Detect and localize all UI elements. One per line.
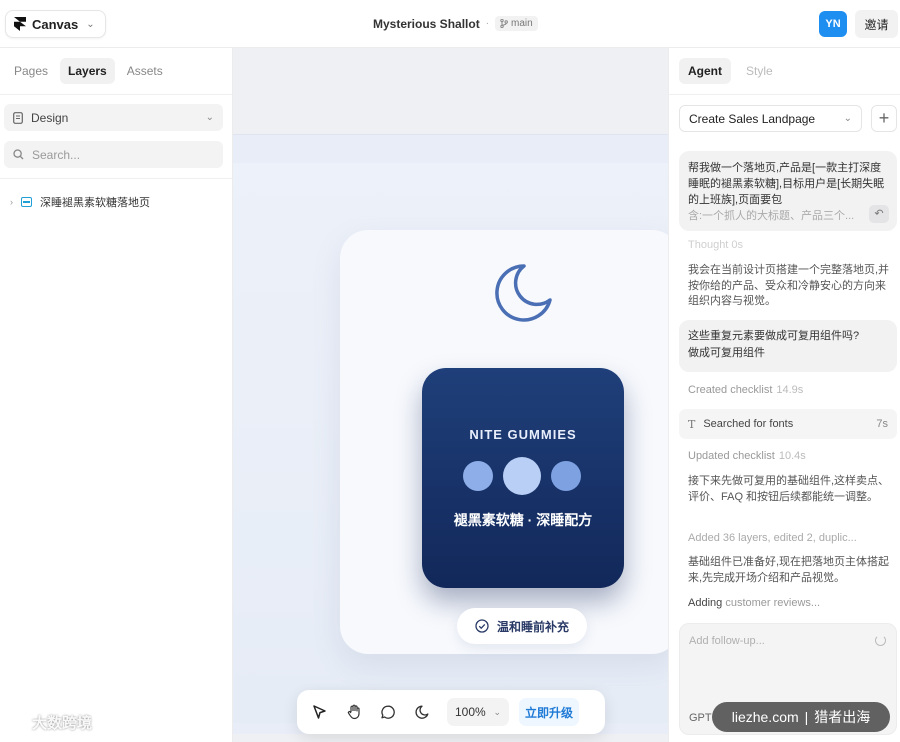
layer-label: 深睡褪黑素软糖落地页 <box>40 197 150 209</box>
page-icon <box>13 111 23 124</box>
agent-reply: 我会在当前设计页搭建一个完整落地页,并按你给的产品、受众和冷静安心的方向来组织内… <box>688 264 890 307</box>
loading-spinner-icon <box>875 635 886 646</box>
design-canvas[interactable]: NITE GUMMIES 褪黑素软糖 · 深睡配方 温和睡前补充 100% ⌄ … <box>233 48 668 742</box>
searched-fonts-step[interactable]: T Searched for fonts 7s <box>679 409 897 439</box>
app-root: Canvas ⌄ Mysterious Shallot · main YN 邀请… <box>0 0 900 742</box>
separator-dot: · <box>485 18 490 29</box>
framer-logo-icon <box>14 17 26 31</box>
product-card[interactable]: NITE GUMMIES 褪黑素软糖 · 深睡配方 <box>422 368 624 588</box>
badge-label: 温和睡前补充 <box>496 619 569 634</box>
user-message-text: 帮我做一个落地页,产品是[一款主打深度睡眠的褪黑素软糖],目标用户是[长期失眠的… <box>688 162 885 206</box>
product-name: NITE GUMMIES <box>469 427 577 442</box>
right-panel: Agent Style Create Sales Landpage ⌄ + 帮我… <box>668 48 900 742</box>
dark-mode-button[interactable] <box>407 697 437 727</box>
watermark-left-text: 大数跨境 <box>32 715 93 732</box>
watermark-separator: | <box>804 709 809 725</box>
canvas-toolbar: 100% ⌄ 立即升级 <box>297 690 605 734</box>
agent-reply: 接下来先做可复用的基础组件,这样卖点、评价、FAQ 和按钮后续都能统一调整。 <box>688 475 890 503</box>
user-avatar[interactable]: YN <box>819 11 847 37</box>
upgrade-button[interactable]: 立即升级 <box>519 698 579 726</box>
user-message-faded: 含:一个抓人的大标题、产品三个... <box>688 210 855 222</box>
step-label: Created checklist <box>688 384 773 396</box>
watermark-logo-icon <box>7 714 27 731</box>
zoom-value: 100% <box>455 705 486 719</box>
app-menu-button[interactable]: Canvas ⌄ <box>5 10 106 38</box>
check-circle-icon <box>475 619 489 633</box>
conversation-title: Create Sales Landpage <box>689 111 816 126</box>
right-tabs: Agent Style <box>679 58 782 84</box>
top-bar: Canvas ⌄ Mysterious Shallot · main YN 邀请 <box>0 0 900 48</box>
comment-icon <box>381 705 395 719</box>
design-page-select[interactable]: Design ⌄ <box>4 104 223 131</box>
new-chat-button[interactable]: + <box>871 105 897 132</box>
search-input[interactable]: Search... <box>32 148 80 162</box>
follow-up-placeholder: Add follow-up... <box>689 635 765 647</box>
chevron-down-icon: ⌄ <box>493 706 501 717</box>
product-subtitle: 褪黑素软糖 · 深睡配方 <box>453 512 593 528</box>
zoom-select[interactable]: 100% ⌄ <box>447 698 509 726</box>
watermark-text: 猎者出海 <box>814 709 871 725</box>
undo-icon[interactable]: ↶ <box>869 205 889 223</box>
tab-style[interactable]: Style <box>737 58 782 84</box>
step-label: Searched for fonts <box>703 418 794 430</box>
answer-text: 做成可复用组件 <box>688 347 765 359</box>
comment-tool-button[interactable] <box>373 697 403 727</box>
watermark-site: liezhe.com <box>731 709 799 725</box>
question-text: 这些重复元素要做成可复用组件吗? <box>688 330 860 342</box>
step-label: Updated checklist <box>688 450 775 462</box>
moon-icon <box>415 705 429 719</box>
left-panel: Pages Layers Assets Design ⌄ Search... ›… <box>0 48 233 742</box>
adding-step: Adding customer reviews... <box>688 596 820 612</box>
adding-label: Adding <box>688 597 723 609</box>
search-icon <box>13 149 24 160</box>
step-time: 7s <box>876 418 888 430</box>
layers-search[interactable]: Search... <box>4 141 223 168</box>
user-message: 帮我做一个落地页,产品是[一款主打深度睡眠的褪黑素软糖],目标用户是[长期失眠的… <box>679 151 897 231</box>
plus-icon: + <box>878 108 890 128</box>
agent-reply: 基础组件已准备好,现在把落地页主体搭起来,先完成开场介绍和产品视觉。 <box>688 556 890 584</box>
feature-badge[interactable]: 温和睡前补充 <box>457 608 587 644</box>
project-info[interactable]: Mysterious Shallot · main <box>373 16 538 31</box>
tab-assets[interactable]: Assets <box>119 58 171 84</box>
design-page-label: Design <box>31 110 69 125</box>
branch-badge[interactable]: main <box>495 16 538 31</box>
app-name: Canvas <box>32 16 79 32</box>
chevron-right-icon[interactable]: › <box>10 197 13 207</box>
divider <box>669 94 900 95</box>
added-layers-step[interactable]: Added 36 layers, edited 2, duplic... <box>688 531 893 547</box>
adding-rest: customer reviews... <box>725 597 821 609</box>
conversation-select[interactable]: Create Sales Landpage ⌄ <box>679 105 862 132</box>
cursor-icon <box>313 705 326 719</box>
invite-button[interactable]: 邀请 <box>855 10 898 38</box>
tab-pages[interactable]: Pages <box>6 58 56 84</box>
watermark-left: 大数跨境 <box>6 712 92 733</box>
chevron-down-icon: ⌄ <box>843 113 852 124</box>
chevron-down-icon: ⌄ <box>205 112 214 123</box>
branch-name: main <box>511 18 533 29</box>
thought-status[interactable]: Thought 0s <box>688 238 743 254</box>
moon-icon <box>495 264 552 322</box>
updated-checklist-step[interactable]: Updated checklist 10.4s <box>688 449 806 465</box>
hand-icon <box>347 704 360 720</box>
frame-icon <box>21 197 32 207</box>
model-select[interactable]: GPT <box>689 712 712 724</box>
gummy-dots-icon <box>463 457 581 495</box>
divider <box>0 178 232 179</box>
step-time: 14.9s <box>776 384 804 396</box>
watermark-right: liezhe.com | 猎者出海 <box>712 702 890 732</box>
left-tabs: Pages Layers Assets <box>6 58 171 84</box>
tab-agent[interactable]: Agent <box>679 58 731 84</box>
tab-layers[interactable]: Layers <box>60 58 115 84</box>
question-box: 这些重复元素要做成可复用组件吗? 做成可复用组件 <box>679 320 897 372</box>
layer-item[interactable]: › 深睡褪黑素软糖落地页 <box>10 194 150 210</box>
branch-icon <box>500 19 508 28</box>
chevron-down-icon: ⌄ <box>86 18 95 30</box>
step-time: 10.4s <box>778 450 806 462</box>
hand-tool-button[interactable] <box>339 697 369 727</box>
divider <box>0 94 232 95</box>
project-title: Mysterious Shallot <box>373 16 480 31</box>
created-checklist-step[interactable]: Created checklist 14.9s <box>688 383 803 399</box>
select-tool-button[interactable] <box>305 697 335 727</box>
text-icon: T <box>688 417 696 431</box>
